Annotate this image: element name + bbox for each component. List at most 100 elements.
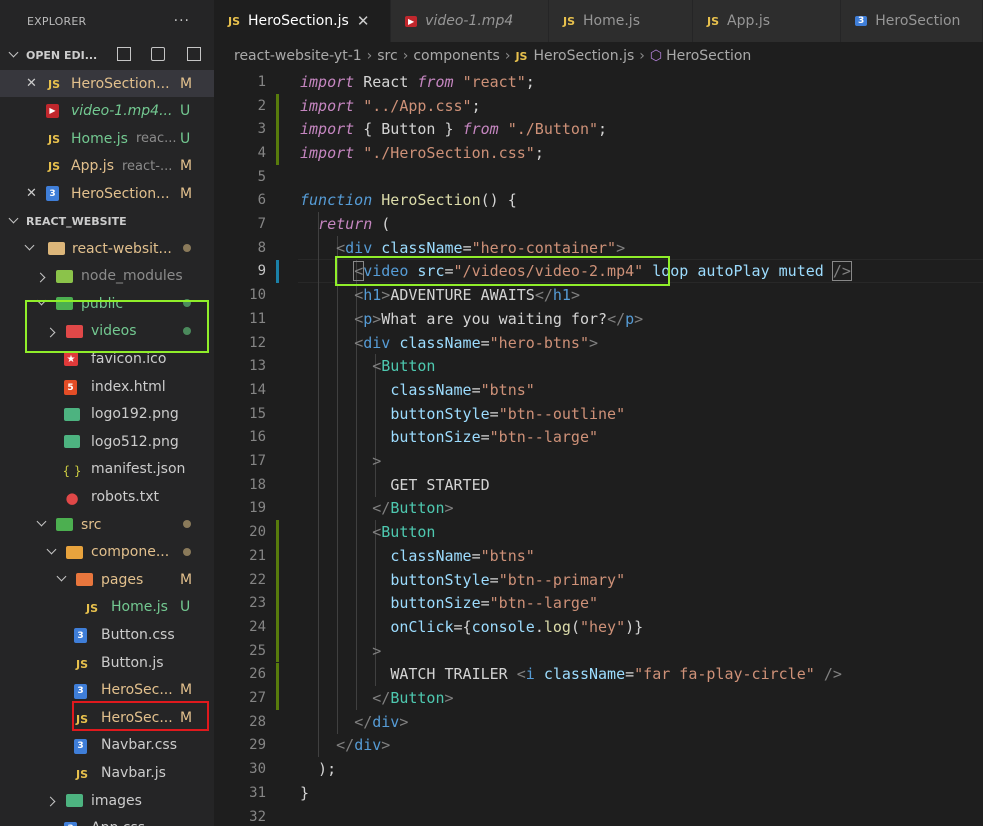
- tab-label: HeroSection: [875, 13, 961, 29]
- code-token: >: [381, 736, 391, 755]
- highlight-box-video-src: [335, 255, 670, 286]
- code-token: GET STARTED: [390, 475, 490, 494]
- gutter-indicator: [276, 544, 284, 568]
- css-file-icon: 3: [74, 628, 87, 644]
- close-all-icon[interactable]: [187, 47, 201, 61]
- close-icon[interactable]: ✕: [357, 12, 370, 30]
- code-text: </Button>: [284, 499, 453, 517]
- code-token: =: [489, 404, 499, 423]
- tree-item[interactable]: pages M: [0, 566, 214, 593]
- tab-herosection[interactable]: 3 HeroSection: [841, 0, 983, 42]
- code-token: "btns": [480, 380, 535, 399]
- code-line: 11 <p>What are you waiting for?</p>: [214, 307, 983, 331]
- tree-item[interactable]: images: [0, 787, 214, 814]
- code-editor[interactable]: 1 import React from "react"; 2 import "../A…: [214, 70, 983, 826]
- breadcrumb-item[interactable]: react-website-yt-1: [234, 48, 362, 64]
- tree-item[interactable]: 3 HeroSec... M: [0, 677, 214, 704]
- code-token: buttonStyle: [390, 570, 490, 589]
- tree-item[interactable]: 3 App.css: [0, 815, 214, 826]
- code-token: onClick: [390, 617, 454, 636]
- js-file-icon: JS: [563, 14, 576, 28]
- code-line: 30 );: [214, 757, 983, 781]
- breadcrumb-item[interactable]: src: [377, 48, 397, 64]
- chevron-right-icon: ›: [402, 48, 409, 64]
- git-status-badge: U: [180, 130, 191, 147]
- code-token: console: [471, 617, 535, 636]
- code-token: >: [399, 712, 409, 731]
- save-all-icon[interactable]: [151, 47, 165, 61]
- open-editor-name: HeroSection...: [71, 75, 170, 92]
- tab-herosection-js[interactable]: JS HeroSection.js ✕: [214, 0, 391, 42]
- code-text: onClick={console.log("hey")}: [284, 618, 643, 636]
- line-number: 1: [257, 73, 266, 90]
- breadcrumb-item[interactable]: HeroSection.js: [533, 48, 634, 64]
- code-text: className="btns": [284, 547, 535, 565]
- line-number: 26: [249, 666, 266, 683]
- tree-item[interactable]: logo512.png: [0, 428, 214, 455]
- git-status-badge: M: [180, 185, 193, 202]
- git-status-badge: M: [180, 571, 193, 588]
- breadcrumb-item[interactable]: components: [413, 48, 500, 64]
- tree-item[interactable]: JS Home.js U: [0, 594, 214, 621]
- tree-item-name: pages: [101, 571, 144, 588]
- code-token: }: [300, 783, 310, 802]
- tree-item[interactable]: 5 index.html: [0, 373, 214, 400]
- gutter-indicator: [276, 378, 284, 402]
- code-token: <: [354, 309, 364, 328]
- code-token: return: [318, 215, 373, 234]
- gutter-indicator: [276, 567, 284, 592]
- line-number: 22: [249, 571, 266, 588]
- code-line: 27 </Button>: [214, 686, 983, 710]
- tree-item[interactable]: ● robots.txt: [0, 483, 214, 510]
- new-untitled-file-icon[interactable]: [117, 47, 131, 61]
- code-text: buttonSize="btn--large": [284, 594, 598, 612]
- tree-item[interactable]: 3 Navbar.css: [0, 732, 214, 759]
- tree-item[interactable]: 3 Button.css: [0, 621, 214, 648]
- code-token: function: [300, 191, 373, 210]
- tab-home-js[interactable]: JS Home.js: [549, 0, 693, 42]
- more-actions-icon[interactable]: ···: [174, 13, 190, 29]
- tree-item[interactable]: JS Navbar.js: [0, 759, 214, 786]
- gutter-indicator: [276, 426, 284, 450]
- html-file-icon: 5: [64, 380, 77, 395]
- code-line: 1 import React from "react";: [214, 70, 983, 94]
- folder-icon: [48, 242, 65, 255]
- tree-item[interactable]: compone...: [0, 539, 214, 566]
- open-editor-item[interactable]: JS App.js react-... M: [0, 153, 214, 180]
- code-line: 31}: [214, 781, 983, 805]
- open-editor-item[interactable]: ▶ video-1.mp4... U: [0, 98, 214, 125]
- tree-item[interactable]: node_modules: [0, 263, 214, 290]
- code-line: 20 <Button: [214, 520, 983, 544]
- open-editor-item[interactable]: ✕ 3 HeroSection... M: [0, 180, 214, 207]
- tree-item[interactable]: src: [0, 511, 214, 538]
- tree-item[interactable]: logo192.png: [0, 401, 214, 428]
- close-icon[interactable]: ✕: [26, 186, 37, 201]
- code-token: <: [372, 357, 382, 376]
- workspace-header[interactable]: REACT_WEBSITE: [0, 208, 214, 235]
- line-number: 4: [257, 144, 266, 161]
- breadcrumb-item[interactable]: HeroSection: [666, 48, 751, 64]
- tab-app-js[interactable]: JS App.js: [693, 0, 841, 42]
- open-editor-item[interactable]: JS Home.js reac... U: [0, 125, 214, 152]
- explorer-header: EXPLORER ···: [0, 0, 214, 42]
- tab-video-1-mp4[interactable]: ▶ video-1.mp4: [391, 0, 549, 42]
- close-icon[interactable]: ✕: [26, 76, 37, 91]
- explorer-sidebar: EXPLORER ··· OPEN EDI... ✕ JS HeroSection..…: [0, 0, 214, 826]
- image-file-icon: [64, 407, 80, 421]
- css-file-icon: 3: [64, 821, 77, 826]
- tree-item[interactable]: JS Button.js: [0, 649, 214, 676]
- open-editor-item[interactable]: ✕ JS HeroSection... M: [0, 70, 214, 97]
- tree-item[interactable]: { } manifest.json: [0, 456, 214, 483]
- breadcrumb: react-website-yt-1 › src › components › JS Hero…: [214, 42, 983, 70]
- gutter-indicator: [276, 141, 284, 165]
- open-editors-header[interactable]: OPEN EDI...: [0, 42, 214, 69]
- code-text: <Button: [284, 357, 435, 375]
- tree-item[interactable]: react-websit...: [0, 235, 214, 262]
- code-token: className: [543, 665, 626, 684]
